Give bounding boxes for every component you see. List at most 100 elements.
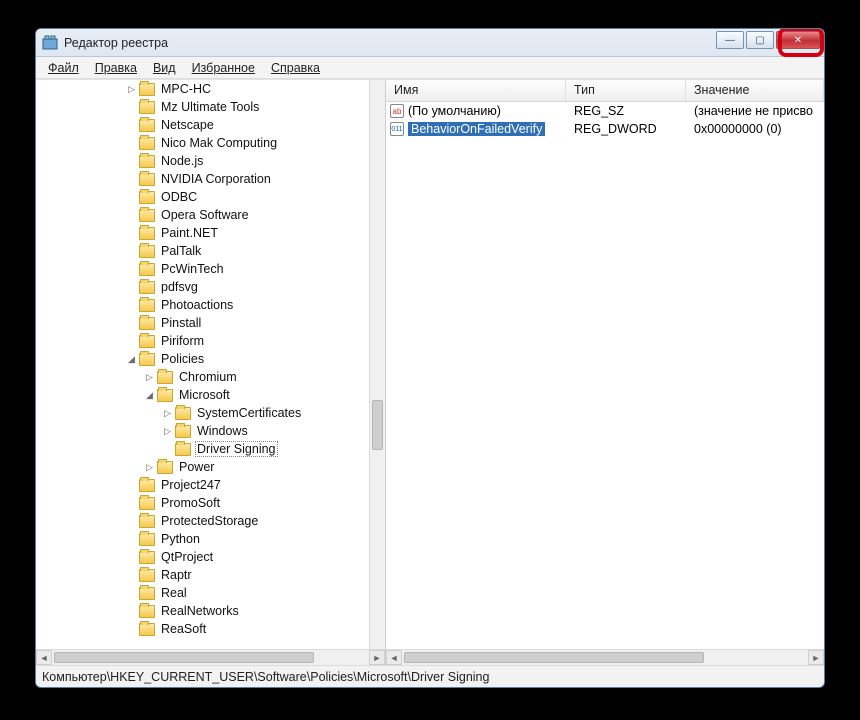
tree-node-label: Pinstall (159, 316, 203, 330)
tree-node[interactable]: ▷ Power (36, 458, 369, 476)
expand-placeholder (126, 228, 137, 239)
tree-node-label: PalTalk (159, 244, 203, 258)
column-name[interactable]: Имя (386, 80, 566, 101)
expand-icon[interactable]: ▷ (162, 426, 173, 437)
tree-node-label: ReaSoft (159, 622, 208, 636)
expand-placeholder (126, 174, 137, 185)
tree-node[interactable]: NVIDIA Corporation (36, 170, 369, 188)
folder-icon (139, 551, 155, 564)
scroll-left-icon[interactable]: ◄ (36, 650, 52, 665)
values-list[interactable]: ab(По умолчанию)REG_SZ(значение не присв… (386, 102, 824, 649)
values-pane: Имя Тип Значение ab(По умолчанию)REG_SZ(… (386, 80, 824, 665)
tree-node[interactable]: ▷ Chromium (36, 368, 369, 386)
window-controls: — ▢ ✕ (714, 31, 820, 49)
menu-edit[interactable]: Правка (87, 59, 145, 77)
tree-node[interactable]: QtProject (36, 548, 369, 566)
tree-node[interactable]: Piriform (36, 332, 369, 350)
tree-node-label: NVIDIA Corporation (159, 172, 273, 186)
tree-node[interactable]: ReaSoft (36, 620, 369, 638)
expand-placeholder (126, 210, 137, 221)
tree-node[interactable]: ▷SystemCertificates (36, 404, 369, 422)
tree-node[interactable]: Node.js (36, 152, 369, 170)
tree-node[interactable]: Driver Signing (36, 440, 369, 458)
tree-node[interactable]: ◢Microsoft (36, 386, 369, 404)
tree-node[interactable]: ▷MPC-HC (36, 80, 369, 98)
values-header[interactable]: Имя Тип Значение (386, 80, 824, 102)
tree-node[interactable]: Real (36, 584, 369, 602)
column-value[interactable]: Значение (686, 80, 824, 101)
tree-vertical-scrollbar[interactable] (369, 80, 385, 649)
tree-node-label: Driver Signing (195, 441, 278, 457)
folder-icon (139, 605, 155, 618)
expand-icon[interactable]: ▷ (126, 84, 137, 95)
tree-node[interactable]: ◢Policies (36, 350, 369, 368)
scrollbar-thumb[interactable] (372, 400, 383, 450)
value-type: REG_SZ (566, 104, 686, 118)
scroll-right-icon[interactable]: ► (369, 650, 385, 665)
tree-node[interactable]: PromoSoft (36, 494, 369, 512)
menu-file[interactable]: Файл (40, 59, 87, 77)
expand-icon[interactable]: ▷ (162, 408, 173, 419)
tree-node[interactable]: pdfsvg (36, 278, 369, 296)
tree-node[interactable]: ▷Windows (36, 422, 369, 440)
collapse-icon[interactable]: ◢ (126, 354, 137, 365)
tree-node-label: pdfsvg (159, 280, 200, 294)
folder-icon (139, 497, 155, 510)
tree-node-label: ProtectedStorage (159, 514, 260, 528)
tree-node[interactable]: Netscape (36, 116, 369, 134)
tree-node[interactable]: Project247 (36, 476, 369, 494)
tree-node[interactable]: ODBC (36, 188, 369, 206)
tree-node[interactable]: Nico Mak Computing (36, 134, 369, 152)
maximize-button[interactable]: ▢ (746, 31, 774, 49)
folder-icon (139, 623, 155, 636)
registry-tree[interactable]: ▷MPC-HCMz Ultimate ToolsNetscapeNico Mak… (36, 80, 385, 649)
menu-bar[interactable]: Файл Правка Вид Избранное Справка (36, 57, 824, 79)
tree-node[interactable]: Pinstall (36, 314, 369, 332)
folder-icon (139, 119, 155, 132)
close-button[interactable]: ✕ (776, 31, 820, 49)
tree-node[interactable]: PcWinTech (36, 260, 369, 278)
tree-node-label: QtProject (159, 550, 215, 564)
tree-node-label: Chromium (177, 370, 239, 384)
tree-node[interactable]: Raptr (36, 566, 369, 584)
scrollbar-thumb[interactable] (54, 652, 314, 663)
expand-placeholder (162, 444, 173, 455)
expand-placeholder (126, 318, 137, 329)
scroll-left-icon[interactable]: ◄ (386, 650, 402, 665)
menu-help[interactable]: Справка (263, 59, 328, 77)
value-row[interactable]: ab(По умолчанию)REG_SZ(значение не присв… (386, 102, 824, 120)
tree-node[interactable]: Opera Software (36, 206, 369, 224)
menu-favorites[interactable]: Избранное (184, 59, 263, 77)
folder-icon (139, 83, 155, 96)
folder-icon (175, 425, 191, 438)
titlebar[interactable]: Редактор реестра — ▢ ✕ (36, 29, 824, 57)
tree-node[interactable]: Photoactions (36, 296, 369, 314)
tree-node[interactable]: Mz Ultimate Tools (36, 98, 369, 116)
status-path: Компьютер\HKEY_CURRENT_USER\Software\Pol… (42, 670, 489, 684)
values-horizontal-scrollbar[interactable]: ◄ ► (386, 649, 824, 665)
value-name: BehaviorOnFailedVerify (408, 122, 545, 136)
tree-node-label: Python (159, 532, 202, 546)
value-row[interactable]: 011BehaviorOnFailedVerifyREG_DWORD0x0000… (386, 120, 824, 138)
tree-node[interactable]: PalTalk (36, 242, 369, 260)
tree-horizontal-scrollbar[interactable]: ◄ ► (36, 649, 385, 665)
column-type[interactable]: Тип (566, 80, 686, 101)
menu-view[interactable]: Вид (145, 59, 184, 77)
expand-placeholder (126, 498, 137, 509)
tree-node[interactable]: ProtectedStorage (36, 512, 369, 530)
expand-placeholder (126, 552, 137, 563)
expand-icon[interactable]: ▷ (144, 372, 155, 383)
tree-node[interactable]: RealNetworks (36, 602, 369, 620)
expand-icon[interactable]: ▷ (144, 462, 155, 473)
folder-icon (139, 209, 155, 222)
expand-placeholder (126, 192, 137, 203)
folder-icon (139, 515, 155, 528)
scroll-right-icon[interactable]: ► (808, 650, 824, 665)
scrollbar-thumb[interactable] (404, 652, 704, 663)
tree-node-label: Power (177, 460, 216, 474)
folder-icon (139, 353, 155, 366)
minimize-button[interactable]: — (716, 31, 744, 49)
collapse-icon[interactable]: ◢ (144, 390, 155, 401)
tree-node[interactable]: Python (36, 530, 369, 548)
tree-node[interactable]: Paint.NET (36, 224, 369, 242)
